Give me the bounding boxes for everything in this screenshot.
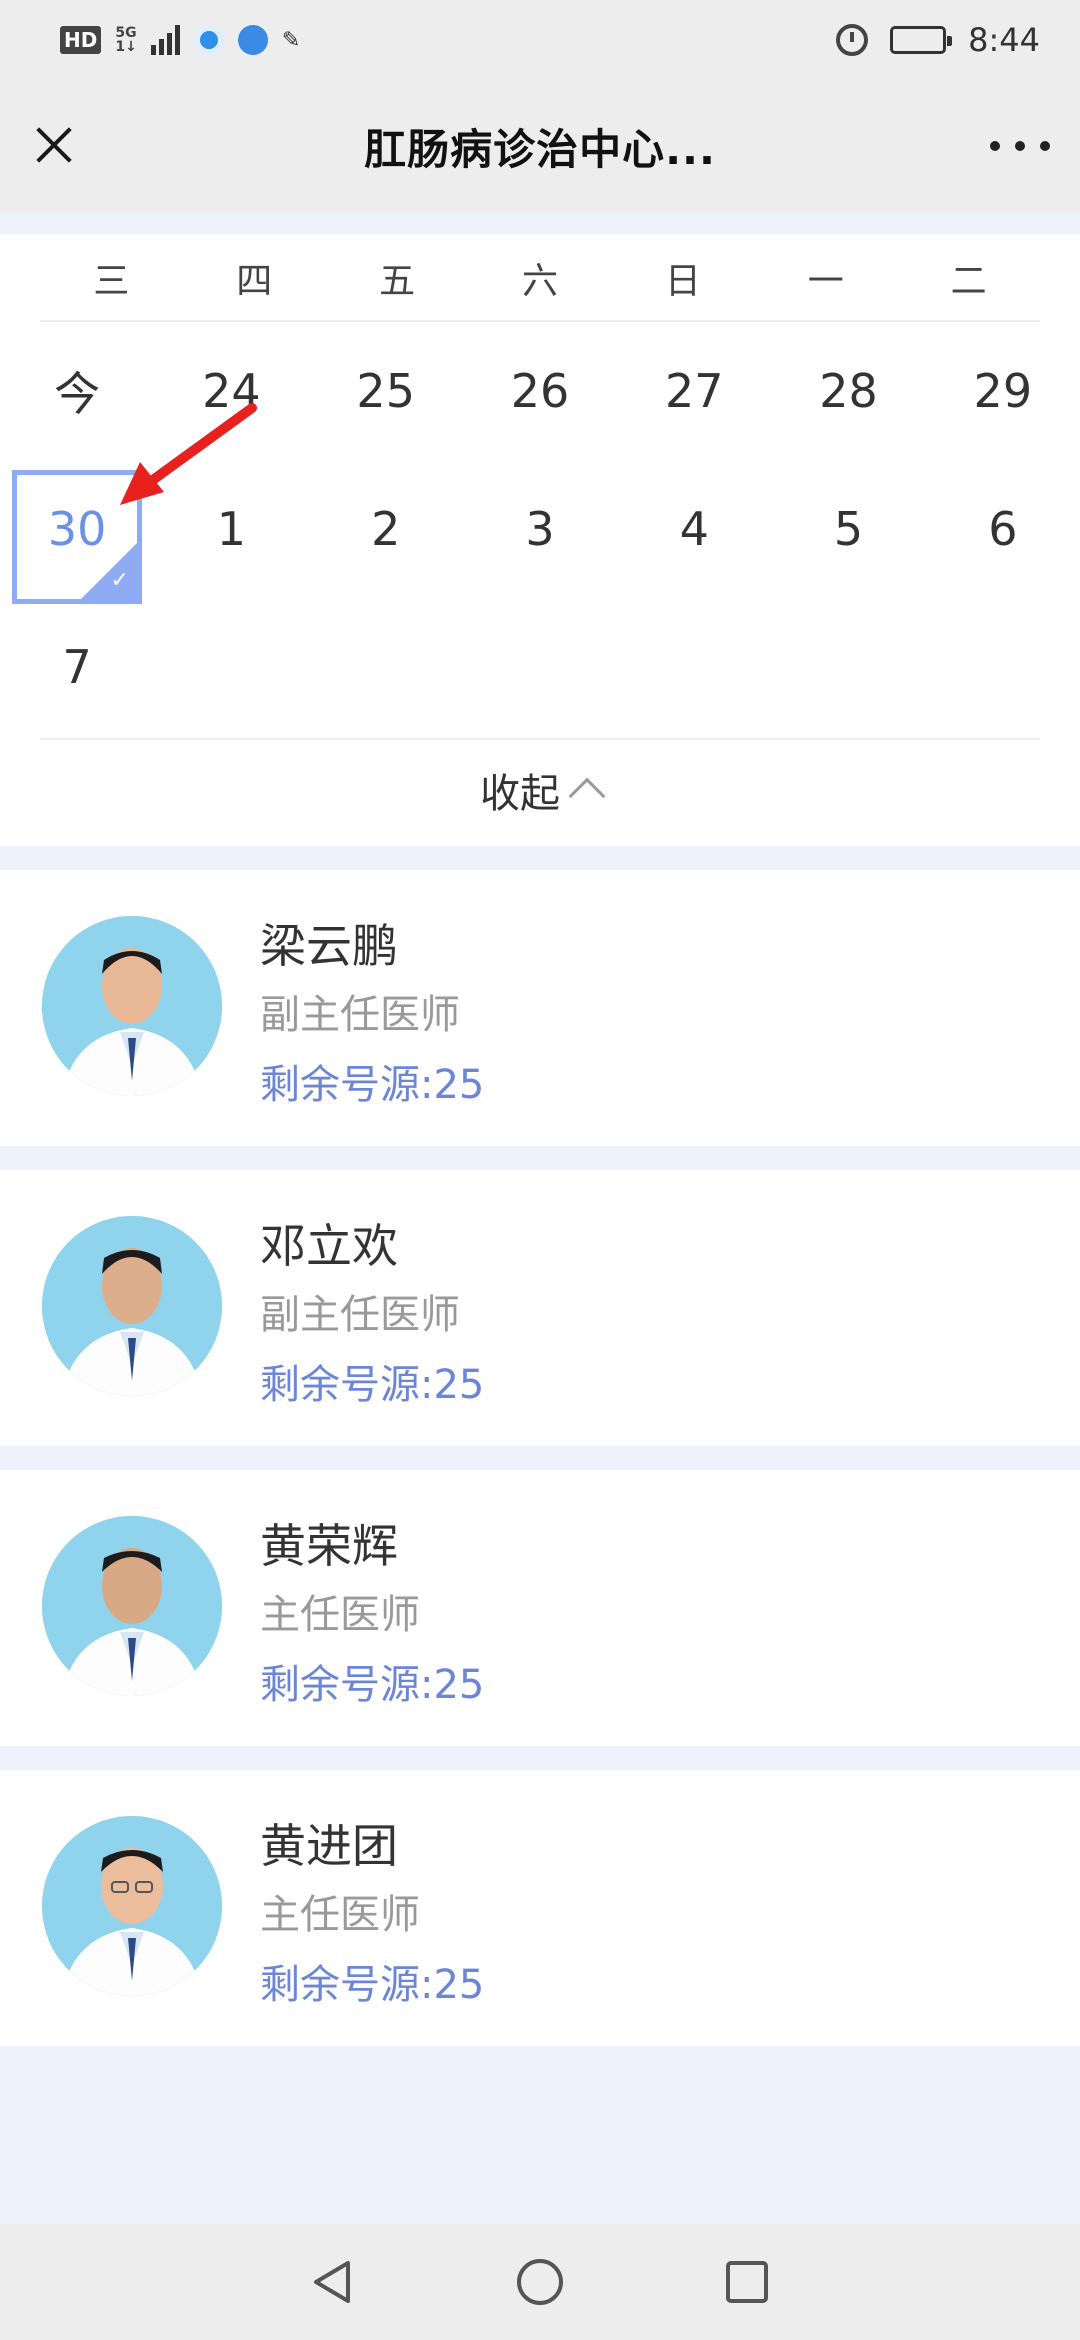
remaining-slots: 剩余号源:25 bbox=[260, 1662, 485, 1708]
doctor-name: 邓立欢 bbox=[260, 1219, 398, 1273]
doctor-card[interactable]: 梁云鹏 副主任医师 剩余号源:25 bbox=[0, 870, 1080, 1146]
remaining-slots: 剩余号源:25 bbox=[260, 1362, 485, 1408]
doctor-avatar bbox=[42, 916, 222, 1096]
system-nav-bar bbox=[0, 2224, 1080, 2340]
remaining-slots: 剩余号源:25 bbox=[260, 1962, 485, 2008]
doctor-avatar bbox=[42, 1816, 222, 1996]
back-icon[interactable] bbox=[308, 2257, 358, 2307]
doctor-name: 黄荣辉 bbox=[260, 1519, 398, 1573]
doctor-title: 副主任医师 bbox=[260, 992, 460, 1038]
recents-icon[interactable] bbox=[722, 2257, 772, 2307]
doctor-avatar bbox=[42, 1216, 222, 1396]
doctor-title: 主任医师 bbox=[260, 1592, 420, 1638]
home-icon[interactable] bbox=[515, 2257, 565, 2307]
doctor-card[interactable]: 黄进团 主任医师 剩余号源:25 bbox=[0, 1770, 1080, 2046]
doctor-name: 黄进团 bbox=[260, 1819, 398, 1873]
doctor-card[interactable]: 黄荣辉 主任医师 剩余号源:25 bbox=[0, 1470, 1080, 1746]
doctor-card[interactable]: 邓立欢 副主任医师 剩余号源:25 bbox=[0, 1170, 1080, 1446]
doctor-avatar bbox=[42, 1516, 222, 1696]
doctor-title: 副主任医师 bbox=[260, 1292, 460, 1338]
doctor-title: 主任医师 bbox=[260, 1892, 420, 1938]
doctor-name: 梁云鹏 bbox=[260, 919, 398, 973]
remaining-slots: 剩余号源:25 bbox=[260, 1062, 485, 1108]
